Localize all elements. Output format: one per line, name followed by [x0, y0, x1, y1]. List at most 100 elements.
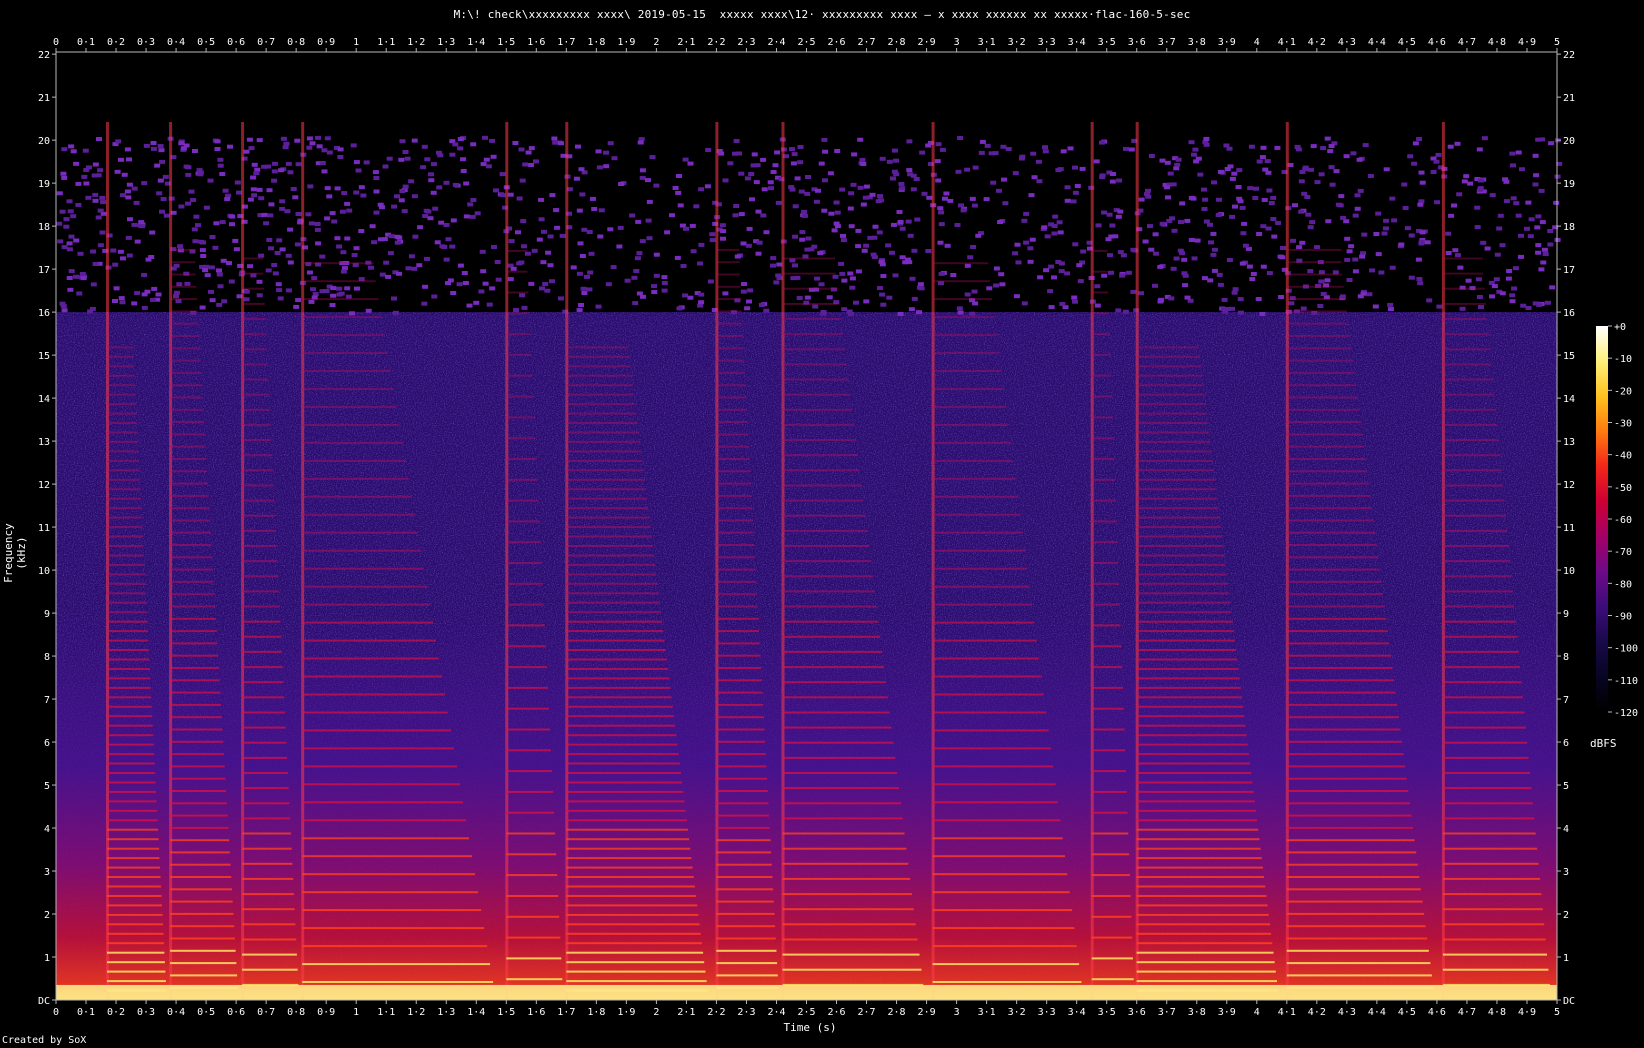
harmonic-stripe: [302, 423, 400, 426]
hf-noise-speck: [1328, 144, 1335, 148]
hf-noise-speck: [1493, 277, 1500, 282]
hf-noise-speck: [1489, 294, 1495, 299]
hf-noise-speck: [279, 199, 286, 204]
y-tick-label-right: 11: [1563, 523, 1575, 534]
hf-noise-speck: [436, 150, 442, 155]
hf-noise-speck: [897, 312, 904, 316]
harmonic-stripe: [1136, 545, 1224, 547]
hf-noise-speck: [581, 227, 588, 232]
hf-noise-speck: [1167, 171, 1174, 176]
harmonic-stripe: [782, 908, 914, 911]
hf-noise-speck: [1042, 149, 1049, 154]
hf-noise-speck: [287, 170, 294, 175]
harmonic-stripe: [506, 458, 537, 460]
hf-noise-speck: [256, 293, 263, 298]
harmonic-stripe: [1136, 422, 1209, 424]
hf-noise-speck: [1021, 301, 1028, 306]
hf-noise-speck: [1540, 260, 1547, 265]
hf-noise-speck: [1383, 218, 1390, 223]
hf-noise-speck: [1362, 143, 1369, 148]
hf-noise-speck: [1266, 188, 1273, 193]
hf-noise-speck: [292, 195, 299, 200]
hf-noise-speck: [176, 282, 183, 287]
harmonic-stripe: [302, 585, 427, 588]
harmonic-stripe: [302, 783, 460, 786]
hf-noise-speck: [839, 271, 846, 276]
hf-noise-speck: [1398, 242, 1405, 247]
hf-noise-speck: [1503, 179, 1510, 184]
harmonic-stripe: [107, 668, 150, 670]
hf-noise-speck: [675, 190, 682, 195]
hf-noise-speck: [1201, 207, 1208, 211]
y-tick-label-right: 22: [1563, 50, 1575, 61]
hf-noise-speck: [653, 273, 660, 278]
hf-noise-speck: [921, 191, 928, 196]
hf-noise-speck: [1044, 234, 1051, 239]
hf-noise-speck: [1240, 231, 1247, 236]
harmonic-stripe: [107, 639, 149, 642]
hf-noise-speck: [828, 211, 835, 216]
harmonic-stripe: [506, 312, 530, 315]
hf-noise-speck: [1207, 278, 1214, 283]
hf-noise-speck: [391, 296, 397, 301]
hf-noise-speck: [597, 234, 604, 239]
hf-noise-speck: [367, 265, 374, 270]
hf-noise-speck: [983, 197, 990, 202]
harmonic-stripe: [170, 814, 228, 817]
harmonic-stripe: [107, 696, 152, 699]
harmonic-stripe: [566, 365, 631, 368]
harmonic-stripe: [170, 617, 216, 620]
hf-noise-speck: [1203, 136, 1210, 141]
harmonic-stripe: [932, 352, 1000, 354]
harmonic-stripe: [782, 454, 858, 457]
harmonic-stripe: [242, 650, 282, 653]
harmonic-stripe: [566, 800, 685, 803]
harmonic-stripe: [716, 458, 750, 460]
hf-noise-speck: [909, 276, 916, 281]
x-tick-label-top: 4·3: [1338, 37, 1356, 48]
onset-burst: [169, 122, 173, 1000]
harmonic-stripe: [1286, 470, 1368, 473]
hf-noise-speck: [1481, 136, 1488, 141]
harmonic-stripe: [566, 819, 687, 822]
harmonic-stripe: [107, 403, 137, 406]
hf-noise-speck: [1064, 185, 1071, 190]
hf-noise-speck: [432, 206, 439, 211]
hf-noise-speck: [97, 243, 104, 248]
harmonic-stripe: [170, 753, 224, 756]
hf-noise-speck: [217, 157, 224, 162]
hf-noise-speck: [1416, 137, 1423, 141]
hf-noise-speck: [516, 261, 523, 266]
harmonic-stripe: [242, 439, 272, 442]
harmonic-stripe: [1442, 711, 1525, 714]
harmonic-stripe: [506, 270, 528, 273]
hf-noise-speck: [636, 291, 643, 296]
hf-noise-speck: [1547, 242, 1554, 247]
hf-noise-speck: [698, 187, 705, 192]
harmonic-stripe: [932, 621, 1035, 624]
harmonic-stripe: [1091, 374, 1112, 377]
hf-noise-speck: [970, 245, 977, 249]
hf-noise-speck: [1461, 179, 1468, 184]
harmonic-stripe: [302, 316, 382, 319]
harmonic-stripe: [1136, 431, 1210, 434]
harmonic-stripe: [716, 617, 759, 620]
hf-noise-speck: [1041, 225, 1048, 230]
hf-noise-speck: [290, 187, 297, 191]
y-tick-label-right: 3: [1563, 867, 1569, 878]
hf-noise-speck: [1525, 306, 1532, 310]
hf-noise-speck: [822, 149, 829, 154]
hf-noise-speck: [1064, 198, 1071, 203]
hf-noise-speck: [141, 273, 148, 277]
harmonic-stripe: [1442, 893, 1542, 896]
hf-noise-speck: [639, 175, 646, 180]
hf-noise-speck: [1506, 269, 1513, 273]
harmonic-stripe: [1286, 802, 1410, 805]
hf-noise-speck: [1535, 214, 1542, 219]
x-tick-label-bottom: 4·9: [1518, 1007, 1536, 1018]
harmonic-stripe: [1091, 291, 1109, 294]
harmonic-stripe: [1286, 925, 1426, 928]
hf-noise-speck: [221, 299, 228, 304]
hf-noise-speck: [158, 148, 165, 153]
hf-noise-speck: [850, 182, 857, 187]
